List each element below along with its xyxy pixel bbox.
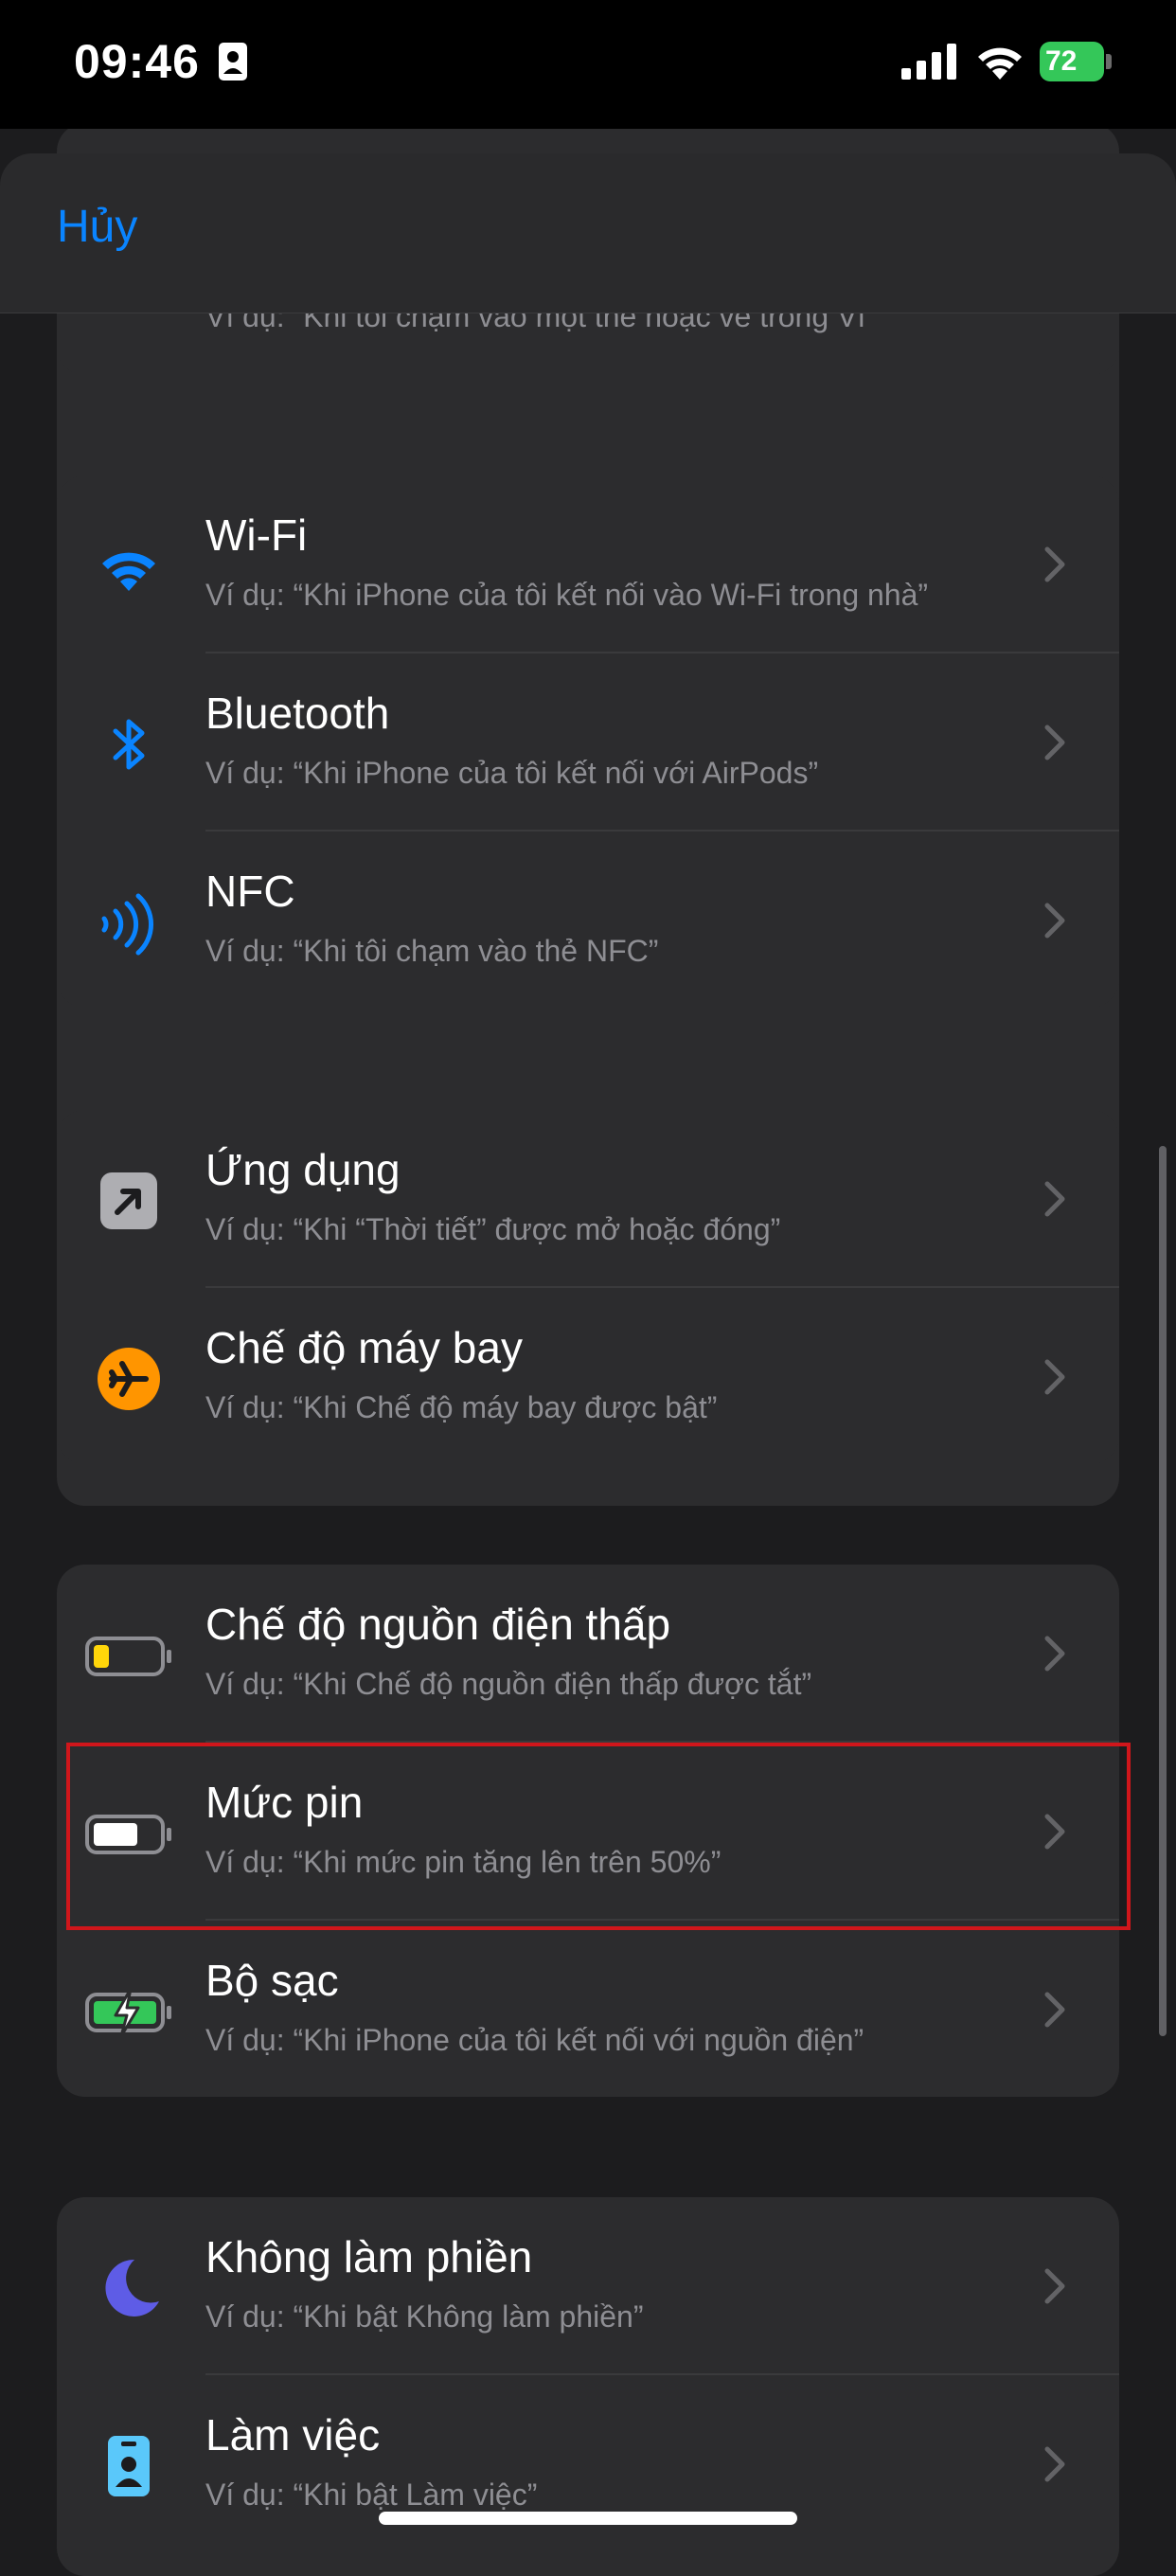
trigger-row-airplane-mode[interactable]: Chế độ máy bay Ví dụ: “Khi Chế độ máy ba…	[57, 1288, 1119, 1464]
work-badge-icon	[108, 2436, 150, 2496]
trigger-row-charger[interactable]: Bộ sạc Ví dụ: “Khi iPhone của tôi kết nố…	[57, 1921, 1119, 2097]
row-title: Làm việc	[205, 2410, 381, 2460]
row-title: Không làm phiền	[205, 2232, 533, 2281]
trigger-row-low-power-mode[interactable]: Chế độ nguồn điện thấp Ví dụ: “Khi Chế đ…	[57, 1565, 1119, 1743]
charger-icon	[85, 1987, 171, 2038]
row-subtitle: Ví dụ: “Khi iPhone của tôi kết nối với A…	[205, 756, 819, 790]
trigger-row-nfc[interactable]: NFC Ví dụ: “Khi tôi chạm vào thẻ NFC”	[57, 832, 1119, 1008]
low-power-battery-icon	[85, 1637, 171, 1676]
cancel-button[interactable]: Hủy	[57, 201, 137, 253]
row-title: Chế độ máy bay	[205, 1323, 523, 1372]
bluetooth-icon	[113, 719, 145, 770]
row-title: Chế độ nguồn điện thấp	[205, 1600, 671, 1649]
wifi-icon	[102, 552, 155, 591]
row-subtitle: Ví dụ: “Khi iPhone của tôi kết nối vào W…	[205, 578, 929, 612]
chevron-right-icon	[1044, 1181, 1065, 1217]
highlight-box	[66, 1743, 1131, 1930]
chevron-right-icon	[1044, 1992, 1065, 2028]
chevron-right-icon	[1044, 546, 1065, 582]
app-arrow-icon	[100, 1172, 157, 1229]
trigger-row-bluetooth[interactable]: Bluetooth Ví dụ: “Khi iPhone của tôi kết…	[57, 653, 1119, 832]
battery-percentage: 72	[1040, 42, 1104, 81]
row-title: Wi‑Fi	[205, 510, 308, 560]
row-subtitle: Ví dụ: “Khi Chế độ nguồn điện thấp được …	[205, 1667, 812, 1701]
status-bar: 09:46 72	[0, 0, 1176, 129]
trigger-row-wifi[interactable]: Wi‑Fi Ví dụ: “Khi iPhone của tôi kết nối…	[57, 475, 1119, 653]
row-subtitle: Ví dụ: “Khi “Thời tiết” được mở hoặc đón…	[205, 1212, 781, 1246]
scrollbar[interactable]	[1159, 1146, 1167, 2036]
moon-icon	[105, 2259, 159, 2317]
chevron-right-icon	[1044, 724, 1065, 760]
chevron-right-icon	[1044, 1636, 1065, 1672]
row-subtitle: Ví dụ: “Khi iPhone của tôi kết nối với n…	[205, 2023, 864, 2057]
clock: 09:46	[74, 35, 200, 88]
chevron-right-icon	[1044, 1359, 1065, 1395]
nfc-icon	[101, 893, 153, 956]
chevron-right-icon	[1044, 903, 1065, 939]
sheet-header: Hủy	[0, 153, 1176, 313]
row-title: NFC	[205, 867, 295, 916]
row-title: Bluetooth	[205, 689, 390, 738]
chevron-right-icon	[1044, 2268, 1065, 2304]
section-connectivity: Wi‑Fi Ví dụ: “Khi iPhone của tôi kết nối…	[57, 475, 1119, 1008]
row-subtitle: Ví dụ: “Khi bật Làm việc”	[205, 2478, 538, 2512]
wifi-status-icon	[978, 47, 1022, 80]
airplane-icon	[98, 1348, 160, 1410]
row-subtitle: Ví dụ: “Khi bật Không làm phiền”	[205, 2299, 644, 2334]
contact-card-icon	[219, 43, 247, 80]
row-subtitle: Ví dụ: “Khi Chế độ máy bay được bật”	[205, 1390, 718, 1424]
cellular-signal-icon	[901, 44, 956, 80]
row-subtitle: Ví dụ: “Khi tôi chạm vào thẻ NFC”	[205, 934, 659, 968]
trigger-row-do-not-disturb[interactable]: Không làm phiền Ví dụ: “Khi bật Không là…	[57, 2197, 1119, 2375]
section-apps: Ứng dụng Ví dụ: “Khi “Thời tiết” được mở…	[57, 1110, 1119, 1464]
battery-status-icon: 72	[1040, 42, 1112, 81]
home-indicator[interactable]	[379, 2512, 797, 2525]
row-title: Bộ sạc	[205, 1956, 339, 2005]
chevron-right-icon	[1044, 2446, 1065, 2482]
trigger-row-app[interactable]: Ứng dụng Ví dụ: “Khi “Thời tiết” được mở…	[57, 1110, 1119, 1288]
row-title: Ứng dụng	[205, 1145, 401, 1194]
trigger-row-work[interactable]: Làm việc Ví dụ: “Khi bật Làm việc”	[57, 2375, 1119, 2553]
